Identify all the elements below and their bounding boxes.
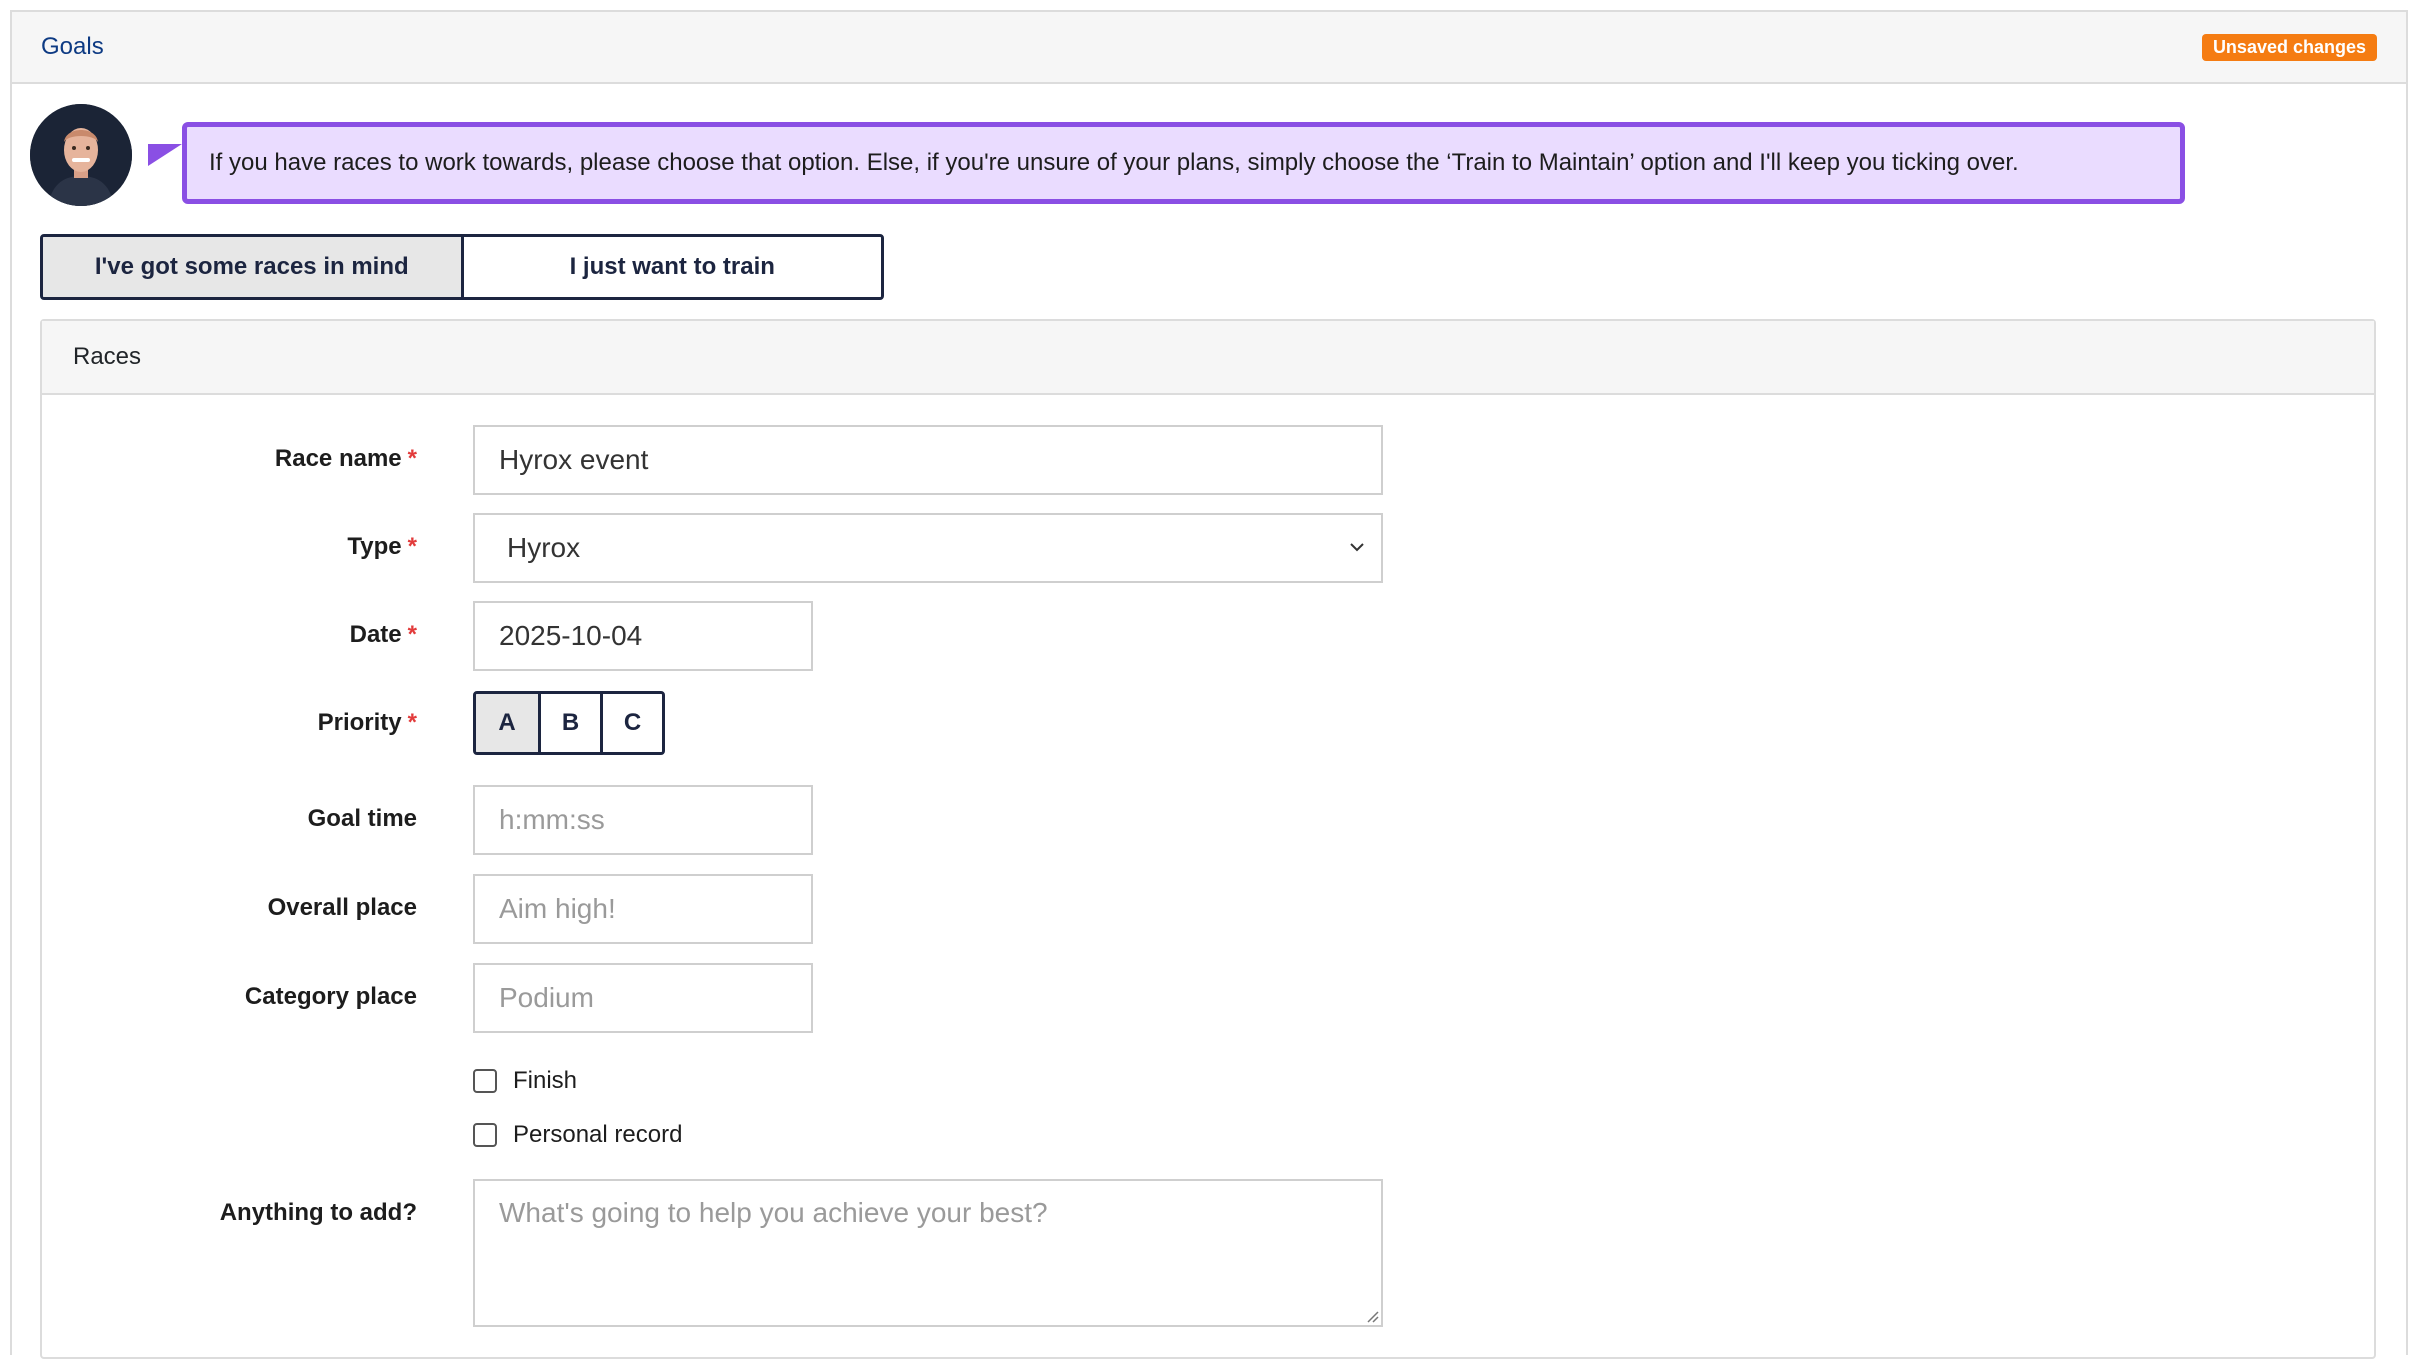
date-input[interactable]: 2025-10-04 [473, 601, 813, 671]
notes-placeholder: What's going to help you achieve your be… [499, 1197, 1048, 1228]
notes-label: Anything to add? [219, 1199, 417, 1226]
personal-record-checkbox-row: Personal record [473, 1121, 682, 1149]
just-train-button[interactable]: I just want to train [460, 237, 881, 297]
type-select[interactable]: Hyrox [473, 513, 1383, 583]
finish-label: Finish [513, 1067, 578, 1094]
notes-textarea[interactable]: What's going to help you achieve your be… [473, 1179, 1383, 1327]
unsaved-changes-badge: Unsaved changes [2201, 33, 2377, 61]
resize-grip-icon[interactable] [1365, 1309, 1379, 1323]
goals-header: Goals Unsaved changes [12, 12, 2406, 84]
priority-b-button[interactable]: B [538, 694, 600, 752]
speech-bubble-tail [148, 144, 182, 166]
coach-avatar [30, 104, 132, 206]
priority-c-button[interactable]: C [600, 694, 662, 752]
goal-time-input[interactable]: h:mm:ss [473, 785, 813, 855]
priority-toggle: A B C [473, 691, 665, 755]
chevron-down-icon [1350, 543, 1364, 552]
coach-face-icon [30, 104, 132, 206]
goal-time-label: Goal time [307, 805, 417, 832]
category-place-input[interactable]: Podium [473, 963, 813, 1033]
race-name-label: Race name * [274, 445, 417, 472]
priority-a-button[interactable]: A [476, 694, 538, 752]
coach-speech-bubble: If you have races to work towards, pleas… [182, 122, 2185, 204]
finish-checkbox-row: Finish [473, 1067, 577, 1095]
personal-record-checkbox[interactable] [473, 1123, 497, 1147]
overall-place-label: Overall place [267, 894, 417, 921]
finish-checkbox[interactable] [473, 1069, 497, 1093]
type-select-value: Hyrox [507, 532, 581, 563]
races-in-mind-button[interactable]: I've got some races in mind [43, 237, 461, 297]
race-name-input[interactable]: Hyrox event [473, 425, 1383, 495]
date-label: Date * [349, 621, 417, 648]
priority-label: Priority * [317, 709, 417, 736]
personal-record-label: Personal record [513, 1121, 683, 1148]
goal-mode-toggle: I've got some races in mind I just want … [40, 234, 884, 300]
overall-place-input[interactable]: Aim high! [473, 874, 813, 944]
type-label: Type * [347, 533, 417, 560]
races-card: Races Race name * Hyrox event Type * Hyrox… [40, 319, 2376, 1359]
category-place-label: Category place [244, 983, 417, 1010]
races-card-title: Races [42, 321, 2374, 395]
page-title: Goals [41, 33, 104, 60]
